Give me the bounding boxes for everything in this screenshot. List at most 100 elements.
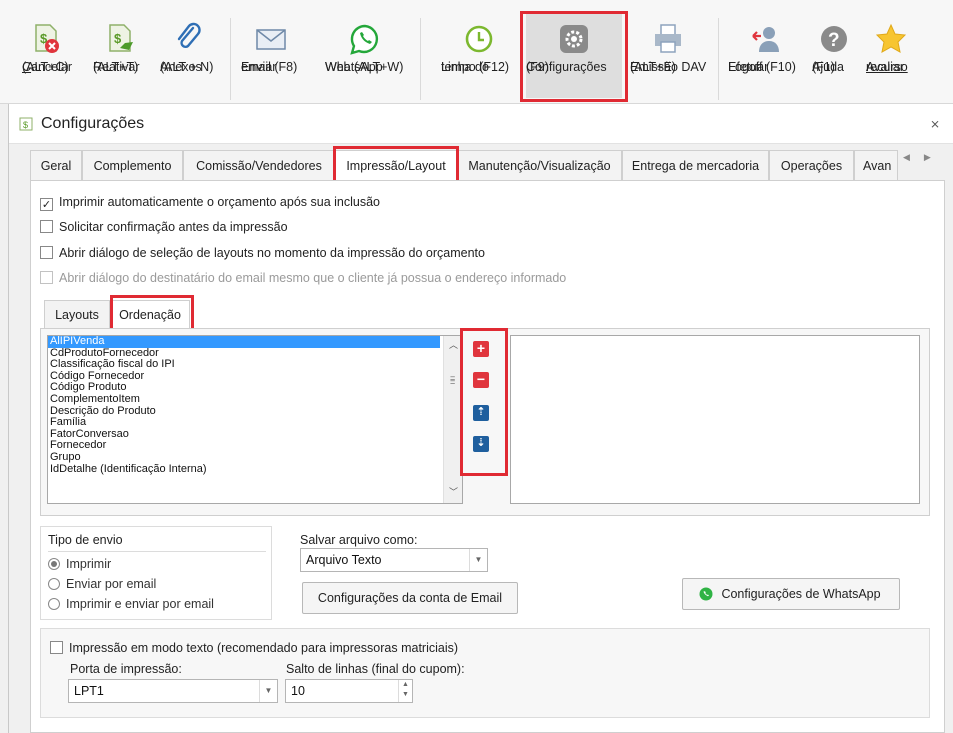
abrir-dialogo-email-checkbox: Abrir diálogo do destinatário do email m… <box>40 270 566 286</box>
radio-enviar-email-label: Enviar por email <box>66 577 157 591</box>
list-item[interactable]: FatorConversao <box>48 428 462 441</box>
salvar-arquivo-value: Arquivo Texto <box>306 553 382 567</box>
anexos-button[interactable]: Anexos (ALT + N) <box>160 22 216 102</box>
salto-linhas-value: 10 <box>291 684 305 698</box>
tab-scroll-arrows[interactable]: ◀▶ <box>903 152 945 163</box>
config-conta-email-button[interactable]: Configurações da conta de Email <box>302 582 518 614</box>
modo-texto-checkbox[interactable]: Impressão em modo texto (recomendado par… <box>50 640 458 656</box>
cancelar-shortcut: (ALT+C) <box>22 60 69 74</box>
salvar-arquivo-label: Salvar arquivo como: <box>300 533 418 547</box>
chevron-down-icon[interactable]: ▼ <box>259 680 277 702</box>
dialog-title: Configurações <box>41 115 145 132</box>
radio-imprimir-label: Imprimir <box>66 557 112 571</box>
whatsapp-icon <box>699 587 713 601</box>
tab-entrega-mercadoria[interactable]: Entrega de mercadoria <box>622 150 769 180</box>
list-item[interactable]: AlIPIVenda <box>48 336 440 348</box>
scroll-thumb-grip[interactable]: = = <box>450 374 457 387</box>
tipo-envio-title: Tipo de envio <box>48 533 123 547</box>
close-icon[interactable]: ⨯ <box>930 117 940 131</box>
spinner-arrows-icon[interactable]: ▲ ▼ <box>398 680 412 702</box>
ajuda-button[interactable]: ? Ajuda (F1) <box>812 22 856 102</box>
radio-selected[interactable] <box>48 558 60 570</box>
anexos-shortcut: (ALT + N) <box>160 60 214 74</box>
reactivate-document-icon: $ <box>109 24 133 52</box>
chevron-down-icon[interactable]: ▼ <box>469 549 487 571</box>
logoff-user-icon <box>752 27 779 52</box>
ajuda-shortcut: (F1) <box>812 60 835 74</box>
salto-linhas-label: Salto de linhas (final do cupom): <box>286 662 465 676</box>
whatsapp-web-button[interactable]: WhatsApp Web (ALT+W) <box>325 22 405 102</box>
radio[interactable] <box>48 598 60 610</box>
highlight-impressao-tab <box>333 146 459 184</box>
highlight-ordenacao-tab <box>110 295 194 331</box>
linha-tempo-button[interactable]: Linha do tempo (F12) <box>441 22 517 102</box>
radio-imprimir-enviar[interactable]: Imprimir e enviar por email <box>48 597 214 612</box>
enviar-email-button[interactable]: Enviar email (F8) <box>241 22 301 102</box>
dialog-titlebar: $ Configurações ⨯ <box>9 104 953 144</box>
list-item[interactable]: Descrição do Produto <box>48 405 462 418</box>
checkbox[interactable] <box>40 246 53 259</box>
abrir-dialogo-email-label: Abrir diálogo do destinatário do email m… <box>59 271 567 285</box>
star-icon <box>875 23 907 53</box>
solicitar-confirmacao-checkbox[interactable]: Solicitar confirmação antes da impressão <box>40 219 288 235</box>
tab-geral[interactable]: Geral <box>30 150 82 180</box>
modo-texto-label: Impressão em modo texto (recomendado par… <box>69 641 459 655</box>
subtab-layouts[interactable]: Layouts <box>44 300 110 328</box>
app-icon: $ <box>19 117 33 131</box>
enviar-email-shortcut: email (F8) <box>241 60 298 74</box>
tab-avancado[interactable]: Avan <box>854 150 898 180</box>
tab-operacoes[interactable]: Operações <box>769 150 854 180</box>
available-fields-list[interactable]: AlIPIVenda CdProdutoFornecedor Classific… <box>47 335 463 504</box>
tab-comissao-vendedores[interactable]: Comissão/Vendedores <box>183 150 335 180</box>
emissao-dav-button[interactable]: Emissão DAV (ALT+E) <box>630 22 706 102</box>
efetuar-logoff-button[interactable]: Efetuar Logoff (F10) <box>728 22 804 102</box>
imprimir-auto-label: Imprimir automaticamente o orçamento apó… <box>59 195 380 209</box>
radio-imprimir-enviar-label: Imprimir e enviar por email <box>66 597 214 611</box>
porta-impressao-label: Porta de impressão: <box>70 662 182 676</box>
tab-manutencao-visualizacao[interactable]: Manutenção/Visualização <box>457 150 622 180</box>
abrir-dialogo-layouts-label: Abrir diálogo de seleção de layouts no m… <box>59 246 485 260</box>
porta-impressao-select[interactable]: LPT1 ▼ <box>68 679 278 703</box>
whatsapp-icon <box>350 24 379 55</box>
list-item[interactable]: IdDetalhe (Identificação Interna) <box>48 463 462 476</box>
abrir-dialogo-layouts-checkbox[interactable]: Abrir diálogo de seleção de layouts no m… <box>40 245 485 261</box>
list-item[interactable]: Família <box>48 417 462 429</box>
list-item[interactable]: ComplementoItem <box>48 393 462 406</box>
clock-icon <box>465 25 493 53</box>
imprimir-auto-checkbox[interactable]: ✓ Imprimir automaticamente o orçamento ap… <box>40 194 380 211</box>
separator <box>718 18 719 100</box>
avaliar-recurso-button[interactable]: Avaliar recurso <box>866 22 916 102</box>
radio-enviar-email[interactable]: Enviar por email <box>48 577 156 592</box>
list-item[interactable]: Fornecedor <box>48 440 462 452</box>
paperclip-icon <box>177 22 201 49</box>
highlight-configuracoes <box>520 11 628 102</box>
checkbox-checked[interactable]: ✓ <box>40 198 53 211</box>
selected-fields-list[interactable] <box>510 335 920 504</box>
solicitar-confirmacao-label: Solicitar confirmação antes da impressão <box>59 220 288 234</box>
svg-text:?: ? <box>828 30 840 51</box>
highlight-order-buttons <box>460 328 508 476</box>
radio[interactable] <box>48 578 60 590</box>
avaliar-sub-label: recurso <box>866 60 908 74</box>
checkbox[interactable] <box>50 641 63 654</box>
checkbox[interactable] <box>40 220 53 233</box>
config-whatsapp-button[interactable]: Configurações de WhatsApp <box>682 578 900 610</box>
config-whatsapp-label: Configurações de WhatsApp <box>721 587 881 601</box>
tab-complemento[interactable]: Complemento <box>82 150 183 180</box>
email-envelope-icon <box>256 29 286 50</box>
list-item[interactable]: Grupo <box>48 451 462 464</box>
emissao-dav-shortcut: (ALT+E) <box>630 60 676 74</box>
help-question-icon: ? <box>821 26 847 52</box>
separator <box>420 18 421 100</box>
printer-icon <box>655 24 681 53</box>
radio-imprimir[interactable]: Imprimir <box>48 557 111 572</box>
reativar-shortcut: (ALT+T) <box>93 60 139 74</box>
salto-linhas-stepper[interactable]: 10 ▲ ▼ <box>285 679 413 703</box>
scroll-down-icon[interactable]: ﹀ <box>444 487 462 499</box>
reativar-button[interactable]: $ Reativar (ALT+T) <box>93 22 147 102</box>
checkbox-disabled <box>40 271 53 284</box>
cancelar-button[interactable]: $ Cancelar (ALT+C) <box>22 22 72 102</box>
cancel-document-icon: $ <box>35 24 59 53</box>
salvar-arquivo-select[interactable]: Arquivo Texto ▼ <box>300 548 488 572</box>
separator <box>230 18 231 100</box>
